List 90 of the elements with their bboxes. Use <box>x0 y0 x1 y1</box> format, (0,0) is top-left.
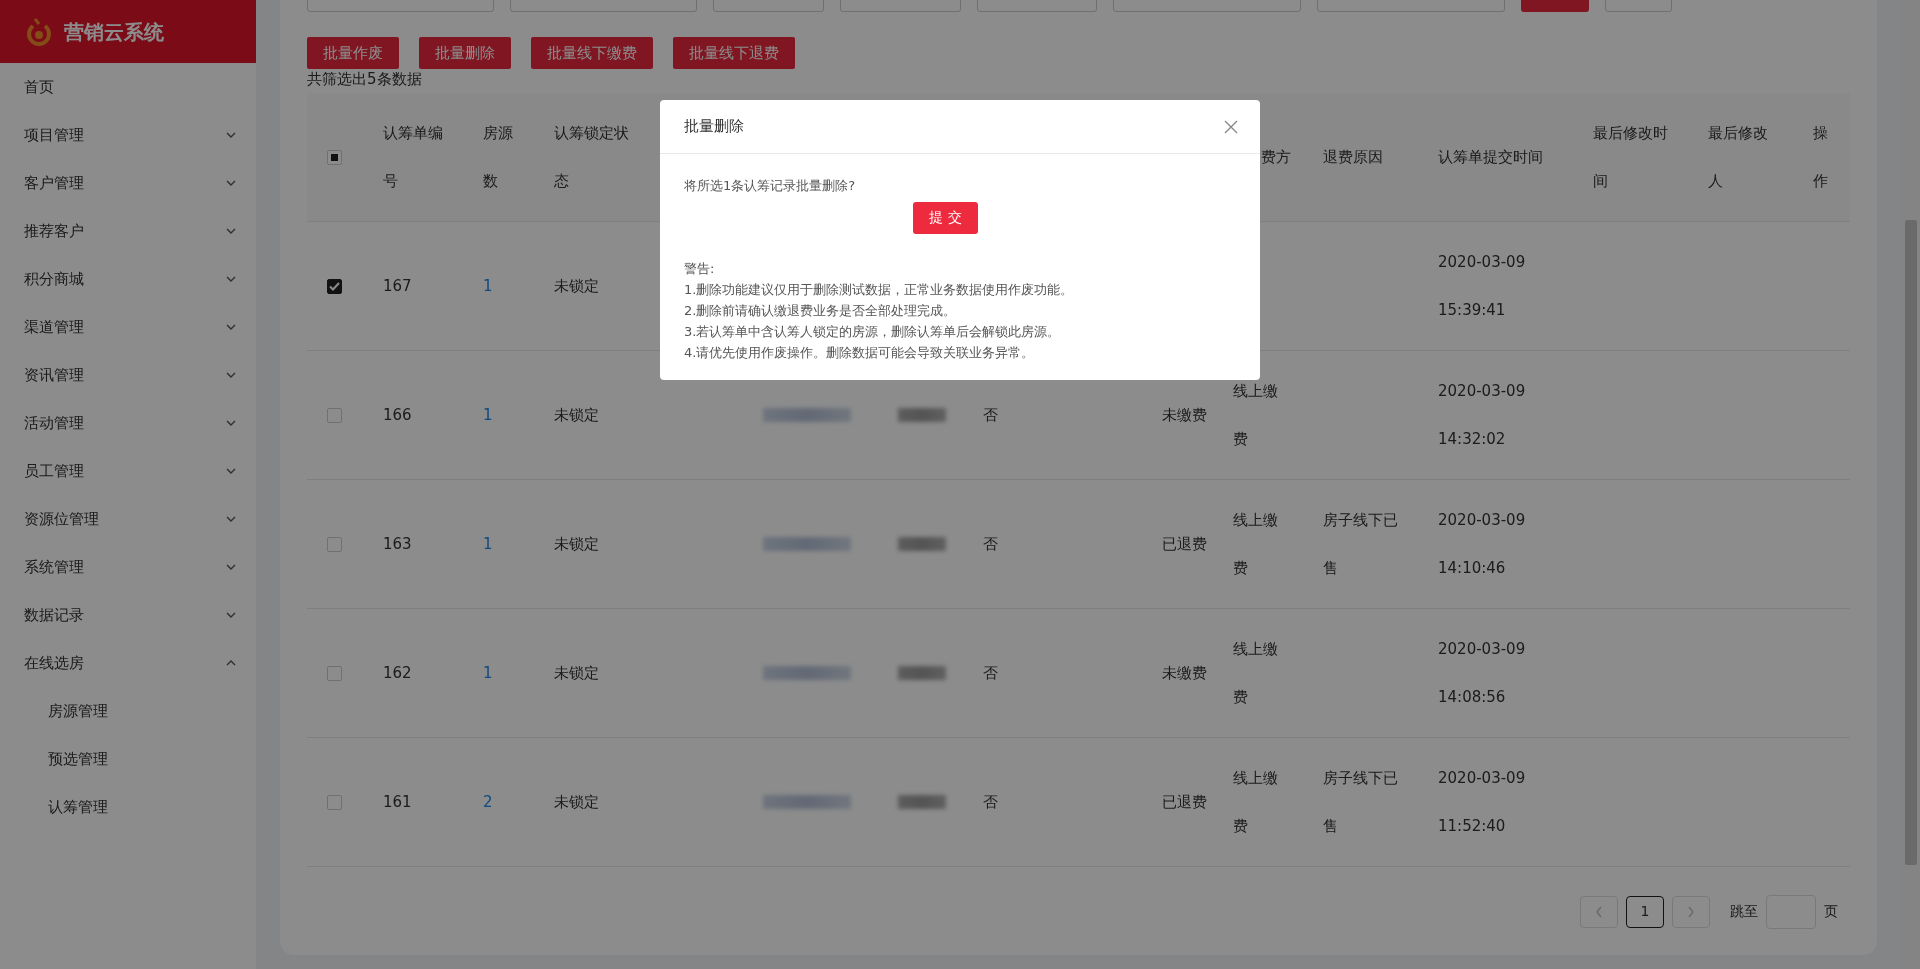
toolbar-button[interactable]: 批量线下退费 <box>673 37 795 69</box>
warning-text: 1.删除功能建议仅用于删除测试数据，正常业务数据使用作废功能。 <box>684 280 1075 299</box>
redacted-text <box>898 795 946 809</box>
warning-text: 2.删除前请确认缴退费业务是否全部处理完成。 <box>684 301 958 320</box>
sidebar-item[interactable]: 活动管理 <box>0 399 256 447</box>
confirm-question: 将所选1条认筹记录批量删除? <box>684 177 857 195</box>
table-cell: 未缴费 <box>1162 663 1207 682</box>
table-cell: 未锁定 <box>554 276 599 295</box>
table-cell: 161 <box>383 792 412 811</box>
room-count-link[interactable]: 1 <box>483 276 493 295</box>
toolbar-button[interactable]: 批量线下缴费 <box>531 37 653 69</box>
warning-text: 3.若认筹单中含认筹人锁定的房源，删除认筹单后会解锁此房源。 <box>684 322 1062 341</box>
row-checkbox[interactable] <box>327 278 342 294</box>
sidebar-item[interactable]: 系统管理 <box>0 543 256 591</box>
column-header: 退费原因 <box>1323 147 1383 166</box>
sidebar-item[interactable]: 在线选房 <box>0 639 256 687</box>
sidebar-item[interactable]: 渠道管理 <box>0 303 256 351</box>
table-cell-text: 房子线下已售 <box>1323 767 1399 837</box>
room-count-link[interactable]: 2 <box>483 792 493 811</box>
table-cell: 否 <box>983 663 998 682</box>
close-icon <box>1224 119 1238 134</box>
column-header: 认筹单编号 <box>383 123 443 190</box>
sidebar-item[interactable]: 项目管理 <box>0 111 256 159</box>
table-cell-text: 线上缴费 <box>1233 380 1279 450</box>
table-cell: 未锁定 <box>554 792 599 811</box>
table-cell: 162 <box>383 663 412 682</box>
close-button[interactable] <box>1224 119 1238 134</box>
table-cell-text: 线上缴费 <box>1233 638 1279 708</box>
table-cell: 否 <box>983 405 998 424</box>
column-header: 认筹单提交时间 <box>1438 147 1543 166</box>
previous-page-button[interactable] <box>1580 895 1618 928</box>
column-header: 费方 <box>1261 146 1291 168</box>
sidebar-item[interactable]: 员工管理 <box>0 447 256 495</box>
table-cell: 2020-03-09 15:39:41 <box>1438 252 1526 319</box>
table-cell: 未缴费 <box>1162 405 1207 424</box>
chevron-left-icon <box>1595 905 1603 918</box>
sidebar-subitem[interactable]: 认筹管理 <box>0 783 256 831</box>
page-suffix: 页 <box>1824 902 1838 921</box>
goto-label: 跳至 <box>1730 902 1758 921</box>
table-cell: 未锁定 <box>554 405 599 424</box>
table-cell: 2020-03-09 14:08:56 <box>1438 639 1526 706</box>
sidebar-subitem[interactable]: 房源管理 <box>0 687 256 735</box>
table-cell-text: 线上缴费 <box>1233 767 1279 837</box>
column-header: 房源数 <box>483 122 514 192</box>
table-cell: 166 <box>383 405 412 424</box>
chevron-right-icon <box>1687 905 1695 918</box>
sidebar-item[interactable]: 资讯管理 <box>0 351 256 399</box>
toolbar-button[interactable]: 批量删除 <box>419 37 511 69</box>
warning-title: 警告: <box>684 259 716 278</box>
redacted-text <box>898 408 946 422</box>
logo-icon <box>26 16 52 47</box>
sidebar-item[interactable]: 首页 <box>0 63 256 111</box>
sidebar-item[interactable]: 资源位管理 <box>0 495 256 543</box>
room-count-link[interactable]: 1 <box>483 405 493 424</box>
logo-text: 营销云系统 <box>64 18 164 46</box>
sidebar-subitem[interactable]: 预选管理 <box>0 735 256 783</box>
warning-text: 4.请优先使用作废操作。删除数据可能会导致关联业务异常。 <box>684 343 1036 362</box>
next-page-button[interactable] <box>1672 895 1710 928</box>
table-cell: 未锁定 <box>554 663 599 682</box>
page-button[interactable]: 1 <box>1626 895 1664 928</box>
table-cell: 否 <box>983 534 998 553</box>
table-cell: 163 <box>383 534 412 553</box>
table-cell: 未锁定 <box>554 534 599 553</box>
submit-button[interactable]: 提 交 <box>913 201 978 234</box>
table-cell-text: 线上缴费 <box>1233 509 1279 579</box>
table-cell: 167 <box>383 276 412 295</box>
sidebar-item[interactable]: 积分商城 <box>0 255 256 303</box>
table-cell: 2020-03-09 14:32:02 <box>1438 381 1526 448</box>
result-count: 共筛选出5条数据 <box>307 69 423 89</box>
table-cell: 2020-03-09 14:10:46 <box>1438 510 1526 577</box>
sidebar-item[interactable]: 数据记录 <box>0 591 256 639</box>
table-cell: 2020-03-09 11:52:40 <box>1438 768 1526 835</box>
room-count-link[interactable]: 1 <box>483 534 493 553</box>
sidebar-item[interactable]: 推荐客户 <box>0 207 256 255</box>
table-cell: 否 <box>983 792 998 811</box>
room-count-link[interactable]: 1 <box>483 663 493 682</box>
table-cell: 已退费 <box>1162 792 1207 811</box>
redacted-text <box>898 666 946 680</box>
column-header: 最后修改人 <box>1708 122 1769 192</box>
sidebar-item[interactable]: 客户管理 <box>0 159 256 207</box>
table-cell: 已退费 <box>1162 534 1207 553</box>
select-all-checkbox[interactable] <box>327 149 342 165</box>
column-header: 操作 <box>1813 122 1829 192</box>
table-cell-text: 房子线下已售 <box>1323 509 1399 579</box>
toolbar-button[interactable]: 批量作废 <box>307 37 399 69</box>
redacted-text <box>898 537 946 551</box>
column-header: 认筹锁定状态 <box>554 122 630 192</box>
scrollbar[interactable] <box>1901 0 1920 969</box>
column-header: 最后修改时间 <box>1593 123 1668 190</box>
dialog-title: 批量删除 <box>684 116 744 138</box>
